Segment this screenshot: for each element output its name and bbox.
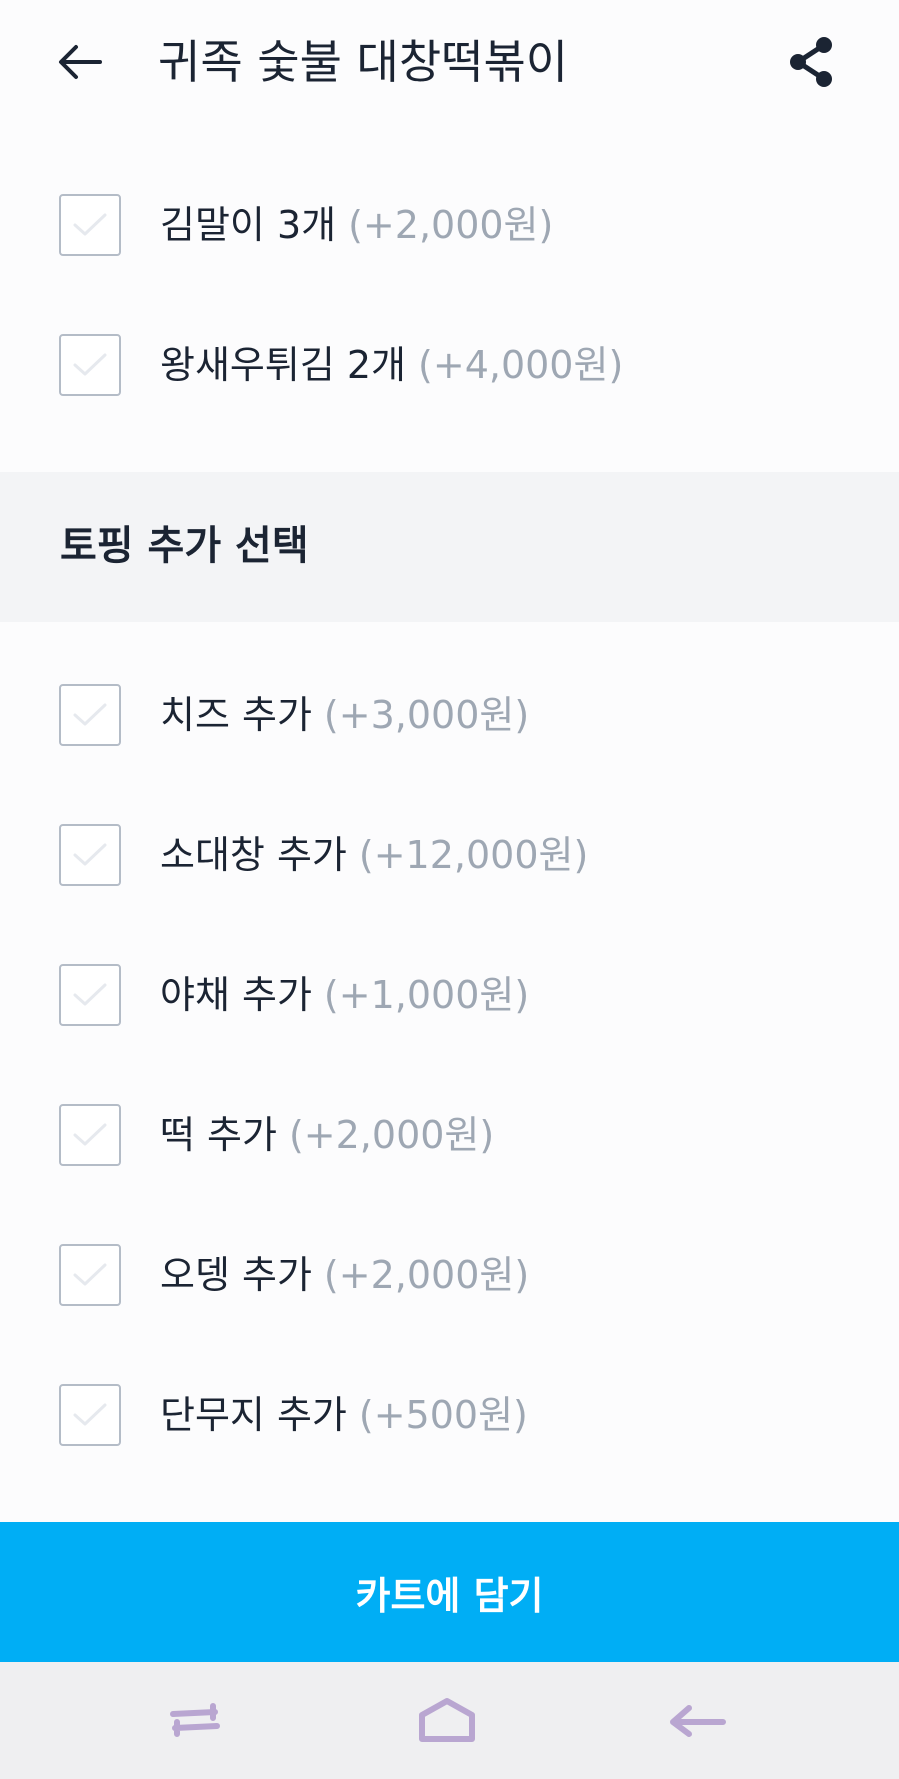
section-title: 토핑 추가 선택 [60,523,309,569]
option-checkbox[interactable] [59,194,121,256]
option-checkbox[interactable] [59,824,121,886]
check-icon [73,353,107,376]
option-name: 치즈 추가 [160,693,312,737]
recents-icon [170,1703,220,1737]
check-icon [73,1403,107,1426]
option-name: 왕새우튀김 2개 [160,343,407,387]
option-row-odeng[interactable]: 오뎅 추가 (+2,000원) [0,1208,899,1348]
option-row-cheese[interactable]: 치즈 추가 (+3,000원) [0,648,899,788]
system-nav-bar [0,1662,899,1779]
option-checkbox[interactable] [59,1384,121,1446]
back-button[interactable] [52,34,108,90]
option-checkbox[interactable] [59,684,121,746]
option-price: (+2,000원) [288,1113,495,1157]
share-button[interactable] [781,30,841,94]
home-icon [419,1698,475,1742]
option-checkbox[interactable] [59,964,121,1026]
option-name: 떡 추가 [160,1113,277,1157]
recents-button[interactable] [150,1684,240,1756]
option-checkbox[interactable] [59,1104,121,1166]
check-icon [73,983,107,1006]
check-icon [73,1123,107,1146]
check-icon [73,703,107,726]
option-row-danmuji[interactable]: 단무지 추가 (+500원) [0,1348,899,1488]
option-price: (+12,000원) [358,833,589,877]
page-title: 귀족 숯불 대창떡볶이 [158,35,569,89]
option-checkbox[interactable] [59,1244,121,1306]
option-price: (+3,000원) [323,693,530,737]
option-price: (+4,000원) [418,343,624,387]
option-name: 김말이 3개 [160,203,337,247]
add-to-cart-button[interactable]: 카트에 담기 [0,1522,899,1662]
option-price: (+1,000원) [323,973,530,1017]
option-row-tteok[interactable]: 떡 추가 (+2,000원) [0,1068,899,1208]
option-name: 단무지 추가 [160,1393,347,1437]
nav-back-icon [670,1705,726,1737]
check-icon [73,213,107,236]
option-name: 야채 추가 [160,973,312,1017]
option-row-vegetable[interactable]: 야채 추가 (+1,000원) [0,928,899,1068]
app-header: 귀족 숯불 대창떡볶이 [0,0,899,124]
home-button[interactable] [402,1684,492,1756]
option-name: 소대창 추가 [160,833,347,877]
option-row-shrimp[interactable]: 왕새우튀김 2개 (+4,000원) [0,298,899,438]
option-price: (+2,000원) [348,203,554,247]
add-to-cart-label: 카트에 담기 [355,1573,544,1618]
option-price: (+2,000원) [323,1253,530,1297]
nav-back-button[interactable] [653,1684,743,1756]
share-icon [790,37,832,87]
option-price: (+500원) [358,1393,528,1437]
arrow-left-icon [59,45,102,79]
option-checkbox[interactable] [59,334,121,396]
check-icon [73,843,107,866]
option-row-kimmari[interactable]: 김말이 3개 (+2,000원) [0,158,899,298]
check-icon [73,1263,107,1286]
option-name: 오뎅 추가 [160,1253,312,1297]
option-row-sodaechang[interactable]: 소대창 추가 (+12,000원) [0,788,899,928]
